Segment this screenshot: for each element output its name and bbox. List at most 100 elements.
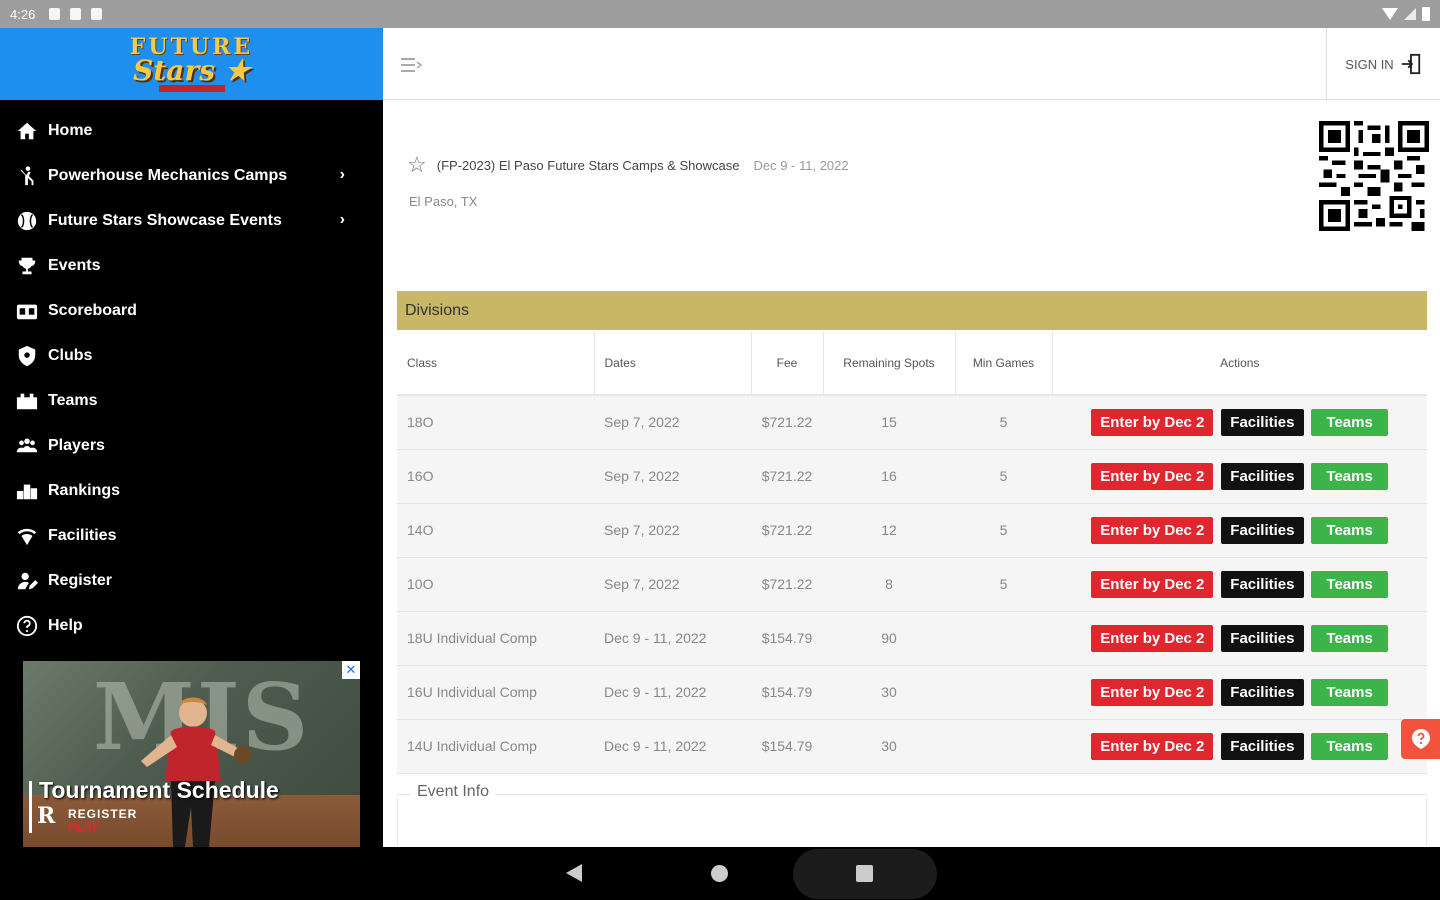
facilities-button[interactable]: Facilities <box>1221 408 1304 436</box>
favorite-star-icon[interactable]: ☆ <box>407 152 427 178</box>
sidebar-item-label: Clubs <box>48 346 93 364</box>
main-content: ☆ (FP-2023) El Paso Future Stars Camps &… <box>383 100 1440 847</box>
sidebar-item-clubs[interactable]: Clubs <box>0 333 383 378</box>
chevron-right-icon: › <box>339 211 345 228</box>
help-fab-button[interactable] <box>1401 719 1440 759</box>
sidebar-item-label: Powerhouse Mechanics Camps <box>48 166 288 184</box>
sidebar-item-help[interactable]: Help <box>0 603 383 648</box>
chevron-right-icon: › <box>339 166 345 183</box>
cell-dates: Dec 9 - 11, 2022 <box>594 719 751 774</box>
event-info-box <box>397 798 1427 847</box>
table-row: 16O Sep 7, 2022 $721.22 16 5 Enter by De… <box>397 449 1427 504</box>
back-icon[interactable] <box>566 864 582 882</box>
sd-card-icon <box>70 8 82 20</box>
sidebar-item-rankings[interactable]: Rankings <box>0 468 383 513</box>
cell-min-games <box>955 719 1052 774</box>
sidebar-menu: Home Powerhouse Mechanics Camps › Future… <box>0 100 383 648</box>
teams-button[interactable]: Teams <box>1311 678 1388 706</box>
sidebar-item-register[interactable]: Register <box>0 558 383 603</box>
sidebar-item-label: Rankings <box>48 481 121 499</box>
event-info-border <box>397 794 1427 795</box>
cell-class: 10O <box>397 557 594 612</box>
cell-dates: Dec 9 - 11, 2022 <box>594 665 751 720</box>
cell-class: 16U Individual Comp <box>397 665 594 720</box>
sidebar-item-label: Register <box>48 571 113 589</box>
cell-dates: Sep 7, 2022 <box>594 449 751 504</box>
sidebar-item-label: Events <box>48 256 101 274</box>
cell-actions: Enter by Dec 2 Facilities Teams <box>1052 665 1427 720</box>
sidebar-item-players[interactable]: Players <box>0 423 383 468</box>
ad-title: Tournament Schedule <box>39 777 279 803</box>
teams-button[interactable]: Teams <box>1311 570 1388 598</box>
cell-fee: $154.79 <box>751 665 823 720</box>
notification-icon <box>49 8 61 20</box>
athlete-icon <box>16 165 38 187</box>
sidebar-item-future-stars-showcase-events[interactable]: Future Stars Showcase Events › <box>0 198 383 243</box>
home-button-icon[interactable] <box>711 865 728 882</box>
sidebar-item-scoreboard[interactable]: Scoreboard <box>0 288 383 333</box>
cell-min-games <box>955 665 1052 720</box>
column-header-dates: Dates <box>594 332 752 396</box>
top-bar: SIGN IN <box>383 28 1440 100</box>
table-header-row: Class Dates Fee Remaining Spots Min Game… <box>397 332 1427 396</box>
facilities-button[interactable]: Facilities <box>1221 624 1304 652</box>
ad-register-text: REGISTER <box>68 807 138 821</box>
teams-button[interactable]: Teams <box>1311 462 1388 490</box>
cell-remaining-spots: 16 <box>823 449 955 504</box>
menu-collapse-icon[interactable] <box>401 56 423 74</box>
sidebar-item-events[interactable]: Events <box>0 243 383 288</box>
cell-dates: Sep 7, 2022 <box>594 503 751 558</box>
teams-button[interactable]: Teams <box>1311 624 1388 652</box>
cell-fee: $154.79 <box>751 719 823 774</box>
enter-button[interactable]: Enter by Dec 2 <box>1091 678 1214 706</box>
cell-fee: $721.22 <box>751 395 823 450</box>
players-icon <box>16 435 38 457</box>
enter-button[interactable]: Enter by Dec 2 <box>1091 516 1214 544</box>
table-row: 16U Individual Comp Dec 9 - 11, 2022 $15… <box>397 665 1427 720</box>
enter-button[interactable]: Enter by Dec 2 <box>1091 732 1214 760</box>
brand-logo[interactable]: FUTURE Stars ★ <box>0 28 383 100</box>
trophy-icon <box>16 255 38 277</box>
column-header-fee: Fee <box>751 332 824 396</box>
cell-min-games <box>955 611 1052 666</box>
enter-button[interactable]: Enter by Dec 2 <box>1091 624 1214 652</box>
cell-actions: Enter by Dec 2 Facilities Teams <box>1052 503 1427 558</box>
cell-remaining-spots: 12 <box>823 503 955 558</box>
divisions-header: Divisions <box>397 291 1427 330</box>
enter-button[interactable]: Enter by Dec 2 <box>1091 570 1214 598</box>
cell-class: 18U Individual Comp <box>397 611 594 666</box>
sidebar-item-home[interactable]: Home <box>0 108 383 153</box>
facilities-button[interactable]: Facilities <box>1221 516 1304 544</box>
sidebar-item-facilities[interactable]: Facilities <box>0 513 383 558</box>
teams-button[interactable]: Teams <box>1311 516 1388 544</box>
help-icon <box>16 615 38 637</box>
sign-in-button[interactable]: SIGN IN <box>1326 28 1440 100</box>
facilities-button[interactable]: Facilities <box>1221 678 1304 706</box>
sidebar-item-powerhouse-mechanics-camps[interactable]: Powerhouse Mechanics Camps › <box>0 153 383 198</box>
event-dates: Dec 9 - 11, 2022 <box>753 157 849 173</box>
sidebar-item-label: Home <box>48 121 93 139</box>
ad-banner[interactable]: MIS Tournament Schedule R REGISTER PLAY … <box>23 661 360 847</box>
sidebar-item-teams[interactable]: Teams <box>0 378 383 423</box>
cell-dates: Sep 7, 2022 <box>594 557 751 612</box>
sidebar-item-label: Scoreboard <box>48 301 137 319</box>
facilities-button[interactable]: Facilities <box>1221 570 1304 598</box>
ad-close-icon[interactable]: ✕ <box>342 661 360 679</box>
cell-fee: $154.79 <box>751 611 823 666</box>
facilities-button[interactable]: Facilities <box>1221 732 1304 760</box>
register-icon <box>16 570 38 592</box>
enter-button[interactable]: Enter by Dec 2 <box>1091 462 1214 490</box>
shield-icon <box>16 345 38 367</box>
cell-dates: Dec 9 - 11, 2022 <box>594 611 751 666</box>
sidebar-item-label: Teams <box>48 391 98 409</box>
teams-button[interactable]: Teams <box>1311 732 1388 760</box>
teams-button[interactable]: Teams <box>1311 408 1388 436</box>
event-info-legend: Event Info <box>411 783 496 801</box>
enter-button[interactable]: Enter by Dec 2 <box>1091 408 1214 436</box>
column-header-class: Class <box>397 332 595 396</box>
cell-min-games: 5 <box>955 503 1052 558</box>
facilities-button[interactable]: Facilities <box>1221 462 1304 490</box>
signal-icon <box>1404 8 1416 20</box>
recents-icon[interactable] <box>856 865 873 882</box>
column-header-min-games: Min Games <box>955 332 1053 396</box>
